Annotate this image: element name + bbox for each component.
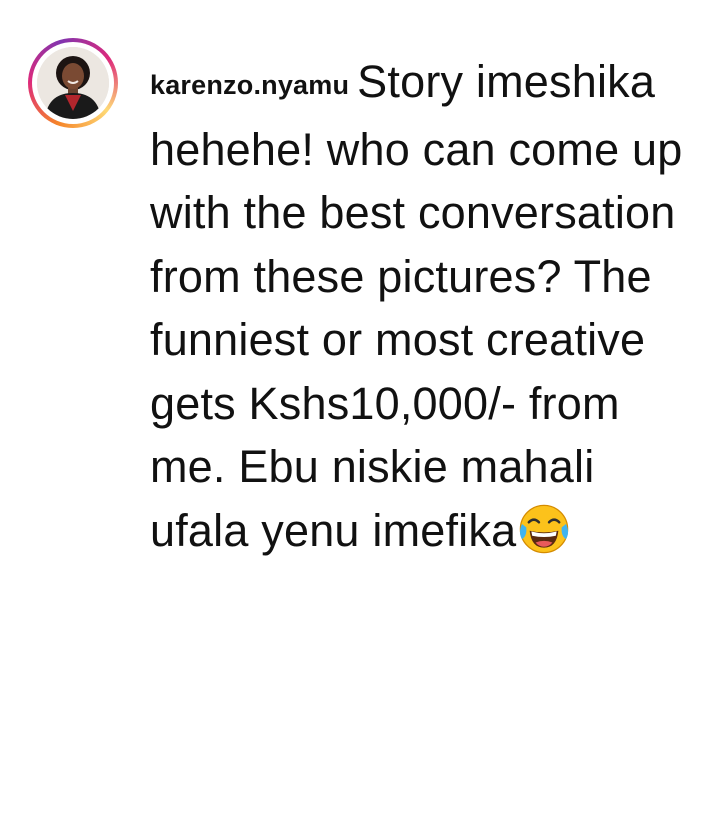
comment-item: karenzo.nyamu Story imeshika hehehe! who … (0, 0, 720, 823)
face-with-tears-of-joy-icon (520, 504, 569, 553)
avatar-photo (37, 47, 109, 119)
avatar[interactable] (28, 38, 118, 128)
comment-text: Story imeshika hehehe! who can come up w… (150, 56, 683, 556)
comment-body: karenzo.nyamu Story imeshika hehehe! who … (150, 50, 705, 562)
profile-photo-icon (37, 47, 109, 119)
avatar-ring-gap (32, 42, 114, 124)
username-link[interactable]: karenzo.nyamu (150, 70, 349, 100)
